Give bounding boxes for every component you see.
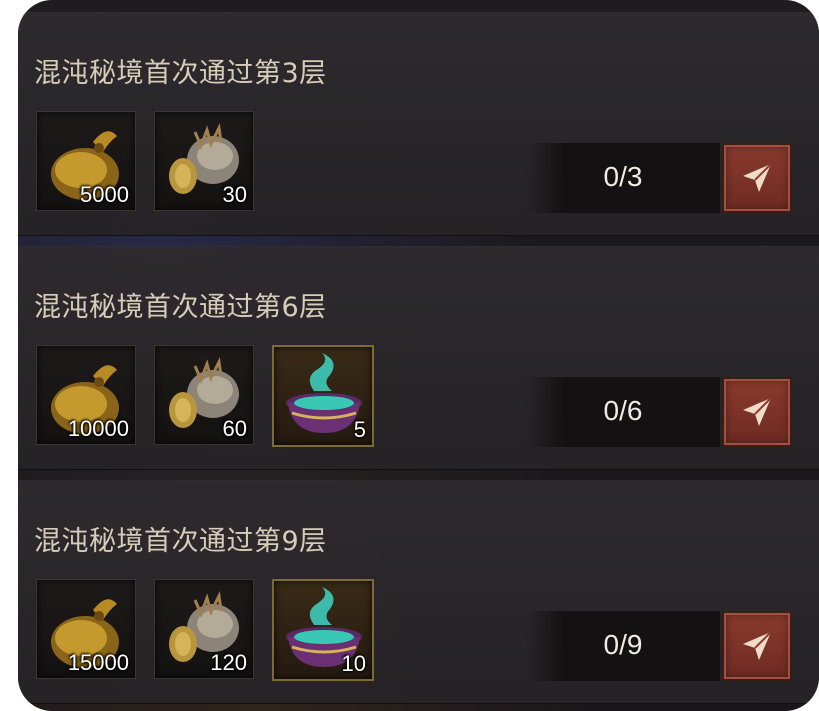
navigate-arrow-icon bbox=[743, 631, 772, 660]
reward-count: 5000 bbox=[80, 182, 129, 207]
progress-text: 0/9 bbox=[603, 629, 643, 660]
go-button[interactable] bbox=[722, 377, 792, 447]
navigate-arrow-icon bbox=[743, 397, 772, 426]
reward-count: 10000 bbox=[67, 416, 129, 441]
progress-box: 0/3 bbox=[526, 143, 720, 213]
reward-slot-helmet[interactable]: 60 bbox=[154, 345, 254, 445]
reward-slot-helmet[interactable]: 30 bbox=[154, 111, 254, 211]
task-row: 混沌秘境首次通过第3层 5000 30 0/3 bbox=[18, 12, 819, 236]
task-row: 混沌秘境首次通过第6层 10000 60 5 0/6 bbox=[18, 246, 819, 470]
task-title: 混沌秘境首次通过第3层 bbox=[34, 58, 327, 89]
reward-count: 15000 bbox=[67, 650, 129, 675]
reward-slot-gold[interactable]: 5000 bbox=[36, 111, 136, 211]
go-button[interactable] bbox=[722, 611, 792, 681]
task-title: 混沌秘境首次通过第6层 bbox=[34, 292, 327, 323]
reward-count: 10 bbox=[341, 651, 366, 676]
progress-box: 0/6 bbox=[526, 377, 720, 447]
progress-text: 0/6 bbox=[603, 395, 643, 426]
go-button[interactable] bbox=[722, 143, 792, 213]
progress-text: 0/3 bbox=[603, 161, 643, 192]
reward-count: 60 bbox=[222, 416, 247, 441]
reward-slot-cauldron[interactable]: 5 bbox=[272, 345, 374, 447]
reward-slot-gold[interactable]: 10000 bbox=[36, 345, 136, 445]
task-list-panel: 混沌秘境首次通过第3层 5000 30 0/3 混沌秘境首次通过第6层 1000… bbox=[18, 0, 819, 711]
task-title: 混沌秘境首次通过第9层 bbox=[34, 526, 327, 557]
reward-slot-gold[interactable]: 15000 bbox=[36, 579, 136, 679]
progress-box: 0/9 bbox=[526, 611, 720, 681]
reward-slot-helmet[interactable]: 120 bbox=[154, 579, 254, 679]
navigate-arrow-icon bbox=[743, 163, 772, 192]
reward-count: 5 bbox=[353, 417, 366, 442]
reward-count: 30 bbox=[222, 182, 247, 207]
reward-slot-cauldron[interactable]: 10 bbox=[272, 579, 374, 681]
task-row: 混沌秘境首次通过第9层 15000 120 10 0/9 bbox=[18, 480, 819, 704]
reward-count: 120 bbox=[210, 650, 247, 675]
